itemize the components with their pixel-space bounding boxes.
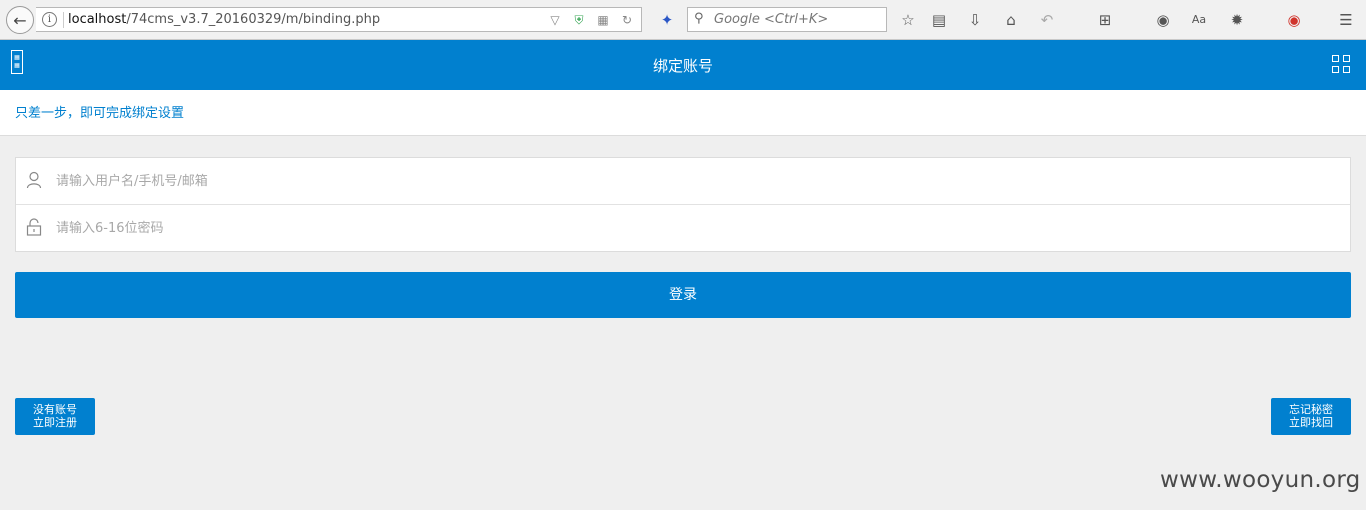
- notice-text: 只差一步，即可完成绑定设置: [15, 106, 185, 121]
- browser-toolbar: ← i localhost/74cms_v3.7_20160329/m/bind…: [0, 0, 1366, 40]
- search-icon: ⚲: [694, 11, 704, 26]
- notice-bar: 只差一步，即可完成绑定设置: [0, 90, 1366, 136]
- url-path: /74cms_v3.7_20160329/m/binding.php: [126, 12, 381, 27]
- forgot-password-button[interactable]: 忘记秘密 立即找回: [1271, 398, 1351, 435]
- register-label-line1: 没有账号: [33, 403, 77, 416]
- undo-icon[interactable]: ↶: [1036, 9, 1058, 31]
- register-button[interactable]: 没有账号 立即注册: [15, 398, 95, 435]
- qr-icon[interactable]: ▦: [595, 13, 611, 27]
- login-form: [15, 157, 1351, 252]
- url-separator: [63, 12, 64, 28]
- watermark: www.wooyun.org: [1160, 467, 1361, 493]
- home-icon[interactable]: ⌂: [1000, 9, 1022, 31]
- forgot-label-line2: 立即找回: [1289, 416, 1333, 429]
- shield-icon[interactable]: ⛨: [571, 13, 587, 28]
- chat-icon[interactable]: ◉: [1152, 9, 1174, 31]
- password-row: [16, 205, 1350, 252]
- bookmark-star-icon[interactable]: ☆: [897, 9, 919, 31]
- password-input[interactable]: [56, 217, 1336, 239]
- url-icons: ▽ ⛨ ▦ ↻: [547, 11, 635, 29]
- extension-icon[interactable]: ✦: [656, 9, 678, 31]
- register-label-line2: 立即注册: [33, 416, 77, 429]
- username-row: [16, 158, 1350, 205]
- lock-icon: [26, 218, 42, 236]
- search-box[interactable]: ⚲ Google <Ctrl+K>: [687, 7, 887, 32]
- grid-menu-icon[interactable]: [1332, 55, 1351, 74]
- back-button[interactable]: ←: [6, 6, 34, 34]
- address-bar[interactable]: i localhost/74cms_v3.7_20160329/m/bindin…: [36, 7, 642, 32]
- login-button[interactable]: 登录: [15, 272, 1351, 318]
- reading-list-icon[interactable]: ▤: [928, 9, 950, 31]
- dropdown-icon[interactable]: ▽: [547, 13, 563, 27]
- forgot-label-line1: 忘记秘密: [1289, 403, 1333, 416]
- arrow-left-icon: ←: [13, 10, 27, 30]
- bug-icon[interactable]: ✹: [1226, 9, 1248, 31]
- page-title: 绑定账号: [652, 57, 713, 75]
- user-icon: [26, 171, 42, 189]
- username-input[interactable]: [56, 170, 1336, 192]
- reader-icon[interactable]: Aa: [1188, 9, 1210, 31]
- url-text[interactable]: localhost/74cms_v3.7_20160329/m/binding.…: [68, 12, 380, 27]
- menu-icon[interactable]: ☰: [1335, 9, 1357, 31]
- addon-icon[interactable]: ◉: [1283, 9, 1305, 31]
- reload-icon[interactable]: ↻: [619, 13, 635, 27]
- search-placeholder: Google <Ctrl+K>: [714, 12, 829, 27]
- app-header: ▦ ▦ 绑定账号: [0, 40, 1366, 90]
- download-icon[interactable]: ⇩: [964, 9, 986, 31]
- crop-icon[interactable]: ⊞: [1094, 9, 1116, 31]
- url-host: localhost: [68, 12, 127, 27]
- info-icon[interactable]: i: [42, 12, 57, 27]
